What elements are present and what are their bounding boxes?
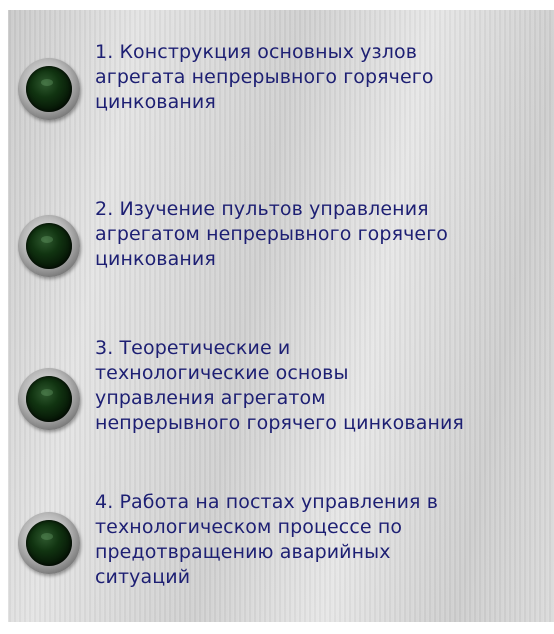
menu-item-label[interactable]: 4. Работа на постах управления в техноло… (95, 490, 553, 590)
menu-item-label[interactable]: 1. Конструкция основных узлов агрегата н… (95, 40, 553, 115)
menu-item-3[interactable]: 3. Теоретические и технологические основ… (8, 336, 554, 446)
menu-item-4[interactable]: 4. Работа на постах управления в техноло… (8, 490, 554, 600)
indicator-lamp-icon[interactable] (18, 368, 80, 430)
indicator-lamp-icon[interactable] (18, 215, 80, 277)
menu-item-1[interactable]: 1. Конструкция основных узлов агрегата н… (8, 40, 554, 150)
menu-item-2[interactable]: 2. Изучение пультов управления агрегатом… (8, 197, 554, 307)
indicator-lamp-icon[interactable] (18, 512, 80, 574)
indicator-lamp-icon[interactable] (18, 58, 80, 120)
menu-item-label[interactable]: 2. Изучение пультов управления агрегатом… (95, 197, 553, 272)
menu-item-label[interactable]: 3. Теоретические и технологические основ… (95, 336, 553, 436)
menu-panel: 1. Конструкция основных узлов агрегата н… (8, 10, 554, 622)
